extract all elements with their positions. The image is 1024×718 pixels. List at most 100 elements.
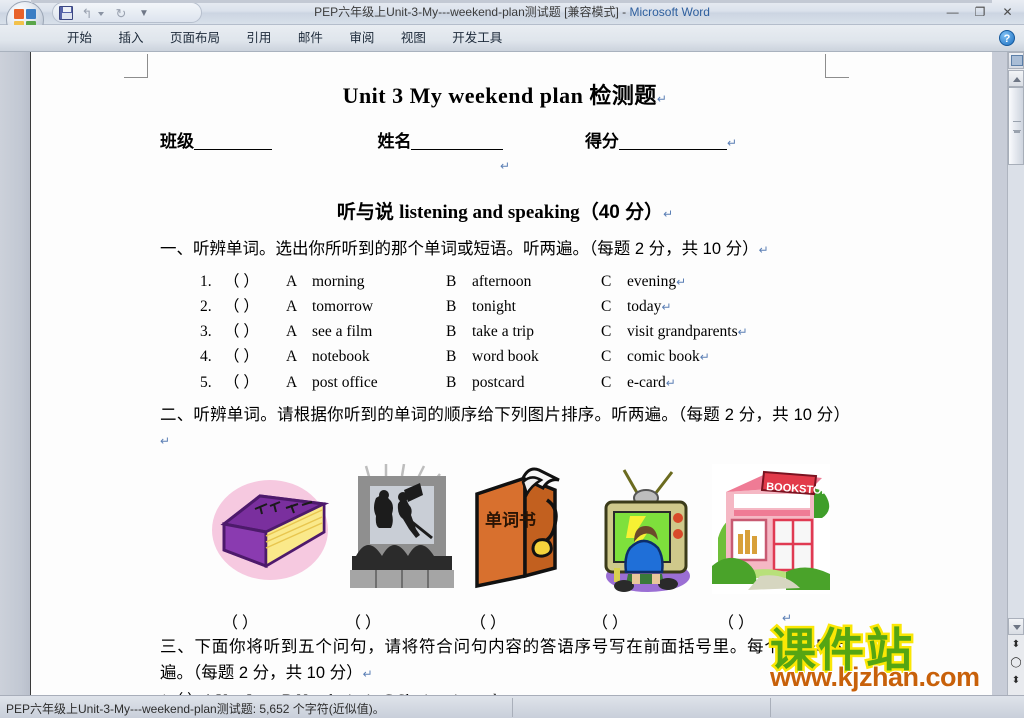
help-icon[interactable]: ? bbox=[999, 30, 1015, 46]
option-text: post office bbox=[312, 373, 378, 391]
option-key: C bbox=[601, 348, 612, 366]
item-number: 2. bbox=[200, 297, 212, 315]
save-icon[interactable] bbox=[59, 6, 73, 20]
picture-blank-5[interactable]: （ ） bbox=[718, 609, 754, 633]
tab-mailings[interactable]: 邮件 bbox=[287, 25, 334, 52]
option-key: A bbox=[286, 297, 298, 315]
vertical-scrollbar[interactable]: ⬍ ◯ ⬍ bbox=[1007, 52, 1024, 695]
tab-review[interactable]: 审阅 bbox=[338, 25, 385, 52]
browse-next-icon[interactable]: ⬍ bbox=[1009, 673, 1023, 688]
option-text: take a trip bbox=[472, 323, 534, 341]
tab-references[interactable]: 引用 bbox=[235, 25, 282, 52]
split-window-button[interactable] bbox=[1008, 52, 1024, 69]
window-title-app: Microsoft Word bbox=[629, 5, 710, 19]
scrollbar-track[interactable] bbox=[1008, 87, 1024, 618]
option-key: A bbox=[286, 272, 298, 290]
status-bar-text: PEP六年级上Unit-3-My---weekend-plan测试题: 5,65… bbox=[6, 702, 385, 716]
paragraph-mark-icon: ↵ bbox=[758, 243, 769, 257]
question-3-prompt: 三、下面你将听到五个问句，请将符合问句内容的答语序号写在前面括号里。每个句子听两… bbox=[160, 635, 850, 686]
scroll-down-button[interactable] bbox=[1008, 618, 1024, 635]
option-text: see a film bbox=[312, 323, 373, 341]
undo-icon[interactable]: ↰ bbox=[81, 7, 93, 20]
picture-blank-3[interactable]: （ ） bbox=[470, 609, 506, 633]
watching-tv-image bbox=[588, 464, 706, 601]
option-text: notebook bbox=[312, 348, 370, 366]
quick-access-toolbar: ↰ ↻ ▼ bbox=[52, 2, 202, 23]
field-class-label: 班级 bbox=[160, 132, 194, 151]
field-score-label: 得分 bbox=[584, 132, 619, 151]
status-bar: PEP六年级上Unit-3-My---weekend-plan测试题: 5,65… bbox=[0, 695, 1024, 718]
list-item: 1. （ ） Amorning Bafternoon Cevening↵ bbox=[200, 269, 850, 294]
option-key: A bbox=[286, 373, 298, 391]
close-button[interactable]: ✕ bbox=[997, 4, 1018, 20]
paragraph-mark-icon: ↵ bbox=[499, 159, 511, 173]
option-text: morning bbox=[312, 272, 365, 290]
tab-page-layout[interactable]: 页面布局 bbox=[159, 25, 231, 52]
field-score: 得分 bbox=[585, 127, 727, 152]
answer-blank[interactable]: （ ） bbox=[224, 370, 286, 395]
picture-blank-4[interactable]: （ ） bbox=[592, 609, 628, 633]
word-book-label: 单词书 bbox=[485, 510, 536, 530]
document-content: Unit 3 My weekend plan 检测题↵ 班级 姓名 得分 ↵ ↵… bbox=[160, 78, 850, 710]
question-2-prompt: 二、听辨单词。请根据你听到的单词的顺序给下列图片排序。听两遍。（每题 2 分，共… bbox=[160, 403, 850, 454]
scrollbar-thumb[interactable] bbox=[1008, 87, 1024, 165]
window-controls: — ❐ ✕ bbox=[940, 3, 1018, 21]
option-key: C bbox=[601, 297, 612, 315]
picture-answer-blanks: （ ） （ ） （ ） （ ） （ ） ↵ bbox=[160, 609, 850, 633]
scroll-up-button[interactable] bbox=[1008, 70, 1024, 87]
margin-corner-top-right bbox=[825, 54, 849, 78]
purple-book-image bbox=[208, 464, 338, 599]
section-heading-cn: 听与说 bbox=[336, 202, 400, 223]
window-title-separator: - bbox=[618, 5, 630, 19]
option-text: tomorrow bbox=[312, 297, 374, 315]
margin-corner-top-left bbox=[124, 54, 148, 78]
picture-blank-2[interactable]: （ ） bbox=[345, 609, 381, 633]
cinema-screen-image bbox=[342, 463, 462, 599]
split-window-icon bbox=[1011, 55, 1023, 66]
item-number: 3. bbox=[200, 323, 212, 341]
answer-blank[interactable]: （ ） bbox=[224, 269, 286, 294]
redo-icon[interactable]: ↻ bbox=[115, 7, 127, 20]
field-name-blank[interactable] bbox=[411, 129, 504, 150]
answer-blank[interactable]: （ ） bbox=[224, 344, 286, 369]
answer-blank[interactable]: （ ） bbox=[224, 319, 286, 344]
item-number: 4. bbox=[200, 348, 212, 366]
paragraph-mark-icon: ↵ bbox=[362, 666, 373, 681]
section-heading-en: listening and speaking bbox=[399, 202, 580, 223]
option-key: B bbox=[446, 297, 457, 315]
option-key: C bbox=[601, 323, 612, 341]
minimize-button[interactable]: — bbox=[942, 4, 963, 20]
page-title: Unit 3 My weekend plan 检测题↵ bbox=[160, 78, 850, 110]
tab-insert[interactable]: 插入 bbox=[107, 25, 154, 52]
tab-view[interactable]: 视图 bbox=[390, 25, 437, 52]
undo-dropdown-icon[interactable] bbox=[98, 12, 104, 16]
paragraph-mark-icon: ↵ bbox=[661, 299, 672, 314]
page-title-en: Unit 3 My weekend plan bbox=[342, 83, 590, 108]
item-number: 1. bbox=[200, 272, 212, 290]
customize-qat-icon[interactable]: ▼ bbox=[139, 9, 149, 19]
select-browse-object-icon[interactable]: ◯ bbox=[1009, 655, 1023, 670]
paragraph-mark-icon: ↵ bbox=[160, 434, 171, 449]
restore-button[interactable]: ❐ bbox=[970, 4, 991, 20]
option-key: A bbox=[286, 348, 298, 366]
paragraph-mark-icon: ↵ bbox=[656, 92, 668, 106]
option-text: comic book bbox=[627, 348, 700, 366]
answer-blank[interactable]: （ ） bbox=[224, 294, 286, 319]
field-class-blank[interactable] bbox=[194, 129, 272, 150]
field-score-blank[interactable] bbox=[618, 129, 727, 150]
option-text: e-card bbox=[627, 373, 666, 391]
list-item: 5. （ ） Apost office Bpostcard Ce-card↵ bbox=[200, 370, 850, 395]
option-key: B bbox=[446, 348, 457, 366]
item-number: 5. bbox=[200, 373, 212, 391]
picture-blank-1[interactable]: （ ） bbox=[222, 609, 258, 633]
tab-developer[interactable]: 开发工具 bbox=[441, 25, 513, 52]
tab-home[interactable]: 开始 bbox=[56, 25, 103, 52]
paragraph-mark-icon: ↵ bbox=[726, 136, 737, 150]
paragraph-mark-icon: ↵ bbox=[676, 274, 687, 289]
paragraph-mark-icon: ↵ bbox=[737, 325, 748, 340]
field-name: 姓名 bbox=[377, 127, 504, 152]
option-key: A bbox=[286, 323, 298, 341]
question-1-text: 一、听辨单词。选出你所听到的那个单词或短语。听两遍。（每题 2 分，共 10 分… bbox=[160, 240, 759, 258]
empty-paragraph: ↵ bbox=[160, 157, 850, 175]
browse-previous-icon[interactable]: ⬍ bbox=[1009, 637, 1023, 652]
